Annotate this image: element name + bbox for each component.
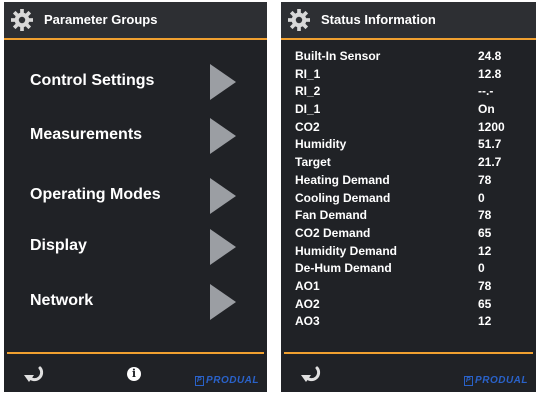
status-row: Heating Demand 78 (295, 173, 525, 191)
status-value: 65 (478, 296, 492, 311)
status-label: Humidity Demand (295, 243, 398, 258)
back-arrow-icon[interactable] (299, 362, 323, 386)
menu-item-label: Network (30, 292, 94, 309)
status-value: 24.8 (478, 49, 502, 63)
status-label: AO3 (295, 314, 320, 329)
status-label: Cooling Demand (295, 190, 391, 205)
chevron-right-icon (210, 284, 236, 320)
back-arrow-icon[interactable] (22, 362, 46, 386)
status-label: Built-In Sensor (295, 49, 381, 63)
status-row: Target 21.7 (295, 155, 525, 173)
status-value: 0 (478, 190, 485, 205)
page-title: Parameter Groups (44, 12, 158, 27)
info-icon[interactable]: i (127, 367, 141, 381)
status-label: RI_1 (295, 66, 321, 81)
status-row: AO1 78 (295, 279, 525, 297)
menu-item-label: Control Settings (30, 72, 155, 89)
status-label: Fan Demand (295, 208, 368, 223)
status-label: DI_1 (295, 102, 321, 117)
status-list: Built-In Sensor 24.8 RI_1 12.8 RI_2 --.- DI… (295, 49, 525, 332)
status-label: Humidity (295, 137, 347, 152)
menu-item-measurements[interactable]: Measurements (4, 113, 267, 159)
status-label: Target (295, 155, 331, 170)
chevron-right-icon (210, 229, 236, 265)
status-information-panel: Status Information Built-In Sensor 24.8 R… (281, 2, 536, 392)
menu-item-display[interactable]: Display (4, 224, 267, 270)
status-row: CO2 1200 (295, 120, 525, 138)
status-label: AO2 (295, 296, 320, 311)
status-row: DI_1 On (295, 102, 525, 120)
status-row: Fan Demand 78 (295, 208, 525, 226)
parameter-groups-panel: Parameter Groups Control Settings Measur… (4, 2, 267, 392)
status-value: 12 (478, 243, 492, 258)
footer-divider (284, 352, 533, 354)
menu-item-label: Operating Modes (30, 186, 161, 203)
gear-icon (11, 9, 33, 31)
status-row: AO3 12 (295, 314, 525, 332)
status-row: AO2 65 (295, 297, 525, 315)
status-row: CO2 Demand 65 (295, 226, 525, 244)
status-row: Humidity Demand 12 (295, 244, 525, 262)
page-title: Status Information (321, 12, 436, 27)
status-value: On (478, 102, 495, 117)
chevron-right-icon (210, 64, 236, 100)
status-label: CO2 (295, 119, 320, 134)
status-label: AO1 (295, 278, 320, 293)
menu-item-control-settings[interactable]: Control Settings (4, 59, 267, 105)
status-value: 0 (478, 261, 485, 276)
gear-icon (288, 9, 310, 31)
status-value: 1200 (478, 119, 505, 134)
menu-item-operating-modes[interactable]: Operating Modes (4, 173, 267, 219)
status-value: 78 (478, 278, 492, 293)
brand-logo: P PRODUAL (463, 375, 528, 386)
status-value: --.- (478, 84, 494, 99)
status-row: De-Hum Demand 0 (295, 261, 525, 279)
status-row: RI_1 12.8 (295, 67, 525, 85)
status-value: 51.7 (478, 137, 502, 152)
status-value: 12 (478, 314, 492, 329)
status-value: 78 (478, 208, 492, 223)
menu-item-label: Measurements (30, 126, 143, 143)
chevron-right-icon (210, 178, 236, 214)
footer-divider (7, 352, 264, 354)
menu-item-network[interactable]: Network (4, 279, 267, 325)
status-value: 78 (478, 172, 492, 187)
status-row: RI_2 --.- (295, 84, 525, 102)
status-value: 12.8 (478, 66, 502, 81)
status-row: Built-In Sensor 24.8 (295, 49, 525, 67)
status-label: RI_2 (295, 84, 321, 99)
panel-header: Parameter Groups (4, 2, 267, 40)
menu-item-label: Display (30, 237, 87, 254)
status-row: Humidity 51.7 (295, 137, 525, 155)
status-value: 65 (478, 225, 492, 240)
status-label: CO2 Demand (295, 225, 371, 240)
status-value: 21.7 (478, 155, 502, 170)
panel-header: Status Information (281, 2, 536, 40)
status-row: Cooling Demand 0 (295, 191, 525, 209)
status-label: De-Hum Demand (295, 261, 392, 276)
chevron-right-icon (210, 118, 236, 154)
brand-logo: P PRODUAL (194, 375, 259, 386)
status-label: Heating Demand (295, 172, 390, 187)
